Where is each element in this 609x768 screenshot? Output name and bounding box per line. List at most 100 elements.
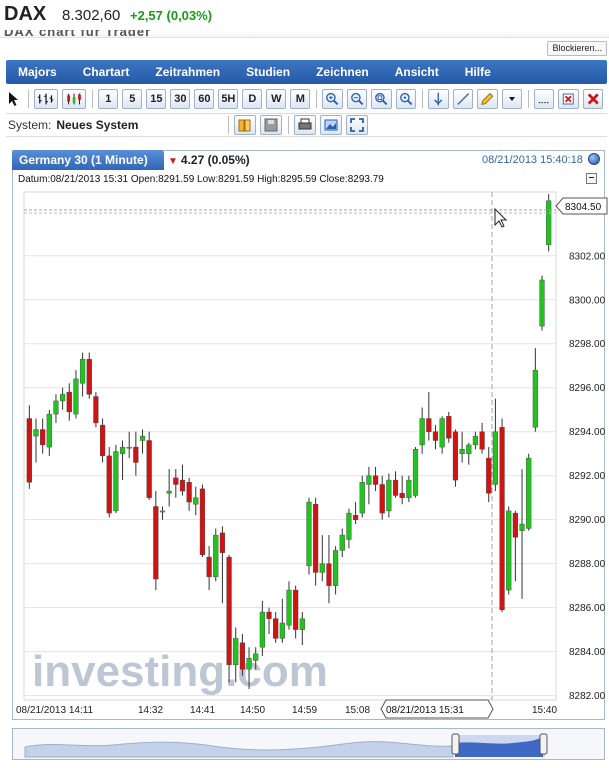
x-tick-label: 08/21/2013 14:11	[16, 705, 94, 716]
candle-body	[99, 424, 106, 457]
navigator-chart	[24, 733, 548, 758]
candle-body	[266, 611, 272, 619]
y-tick-label: 8300.00	[569, 295, 606, 306]
y-tick-label: 8292.00	[569, 471, 606, 482]
candle-body	[246, 658, 252, 670]
candle	[506, 506, 512, 595]
candle	[452, 429, 459, 487]
y-tick-label: 8290.00	[569, 515, 606, 526]
candle-body	[346, 512, 352, 540]
candle	[386, 473, 392, 518]
candle-body	[193, 497, 199, 505]
candle	[113, 444, 119, 514]
candle-body	[206, 556, 212, 578]
candle-body	[66, 391, 72, 413]
navigator-strip[interactable]	[12, 728, 605, 760]
candle-body	[459, 449, 465, 454]
candle-body	[179, 479, 186, 492]
y-tick-label: 8286.00	[569, 603, 606, 614]
candle-body	[326, 563, 332, 586]
candle-body	[53, 400, 59, 415]
candle-body	[546, 200, 552, 245]
candle	[539, 275, 545, 331]
x-tick-label: 14:50	[240, 705, 265, 716]
x-tick-label: 14:41	[190, 705, 215, 716]
candle-body	[79, 358, 86, 384]
candle-body	[359, 482, 365, 514]
candle-body	[286, 589, 292, 626]
candle	[106, 447, 112, 518]
candle-body	[226, 556, 232, 666]
cursor-time-label: 08/21/2013 15:31	[380, 699, 494, 719]
candle-body	[532, 369, 538, 428]
candle-body	[406, 479, 412, 498]
candle-body	[526, 457, 532, 529]
candle-body	[486, 457, 492, 494]
candle-body	[519, 523, 525, 531]
candle-body	[446, 416, 452, 439]
candle-body	[466, 444, 472, 454]
candle-body	[412, 449, 419, 496]
candle-body	[93, 396, 99, 424]
candle-body	[472, 435, 479, 446]
candle-body	[46, 413, 52, 448]
y-tick-label: 8288.00	[569, 559, 606, 570]
candle-body	[239, 642, 245, 670]
y-tick-label: 8296.00	[569, 383, 606, 394]
candle-body	[372, 475, 379, 485]
candle-body	[86, 358, 92, 395]
candle-body	[313, 504, 319, 573]
price-marker: 8304.50	[555, 197, 608, 215]
candle	[412, 447, 419, 498]
navigator-right-handle[interactable]	[539, 733, 548, 755]
candle-body	[432, 431, 439, 441]
candle-body	[419, 418, 425, 446]
y-tick-label: 8302.00	[569, 251, 606, 262]
x-tick-label: 15:40	[532, 705, 557, 716]
candle-body	[186, 482, 192, 503]
x-tick-label: 15:08	[345, 705, 370, 716]
candle-body	[293, 589, 299, 630]
candle-body	[366, 475, 372, 485]
candle-body	[512, 512, 518, 538]
candle-body	[33, 429, 39, 437]
candle	[86, 352, 92, 399]
candle	[199, 484, 206, 558]
candle-body	[426, 418, 432, 432]
candle-body	[479, 431, 485, 450]
candle-body	[299, 618, 305, 630]
candle-body	[73, 378, 79, 415]
candle	[93, 392, 99, 428]
y-tick-label: 8282.00	[569, 691, 606, 702]
candle-body	[319, 563, 325, 573]
y-tick-label: 8294.00	[569, 427, 606, 438]
candle	[499, 418, 505, 613]
y-tick-label: 8298.00	[569, 339, 606, 350]
candle-body	[219, 532, 226, 553]
candle-body	[113, 451, 119, 512]
candle-body	[126, 446, 132, 449]
candle-body	[506, 510, 512, 591]
candle-body	[199, 488, 206, 556]
candle-body	[159, 510, 166, 513]
svg-text:8304.50: 8304.50	[565, 202, 602, 213]
candle-body	[333, 550, 339, 586]
candle	[226, 554, 232, 683]
candle-body	[253, 653, 259, 661]
candle-body	[273, 618, 279, 639]
navigator-left-handle[interactable]	[451, 733, 460, 755]
candle-body	[379, 484, 385, 514]
candle-body	[26, 418, 32, 483]
candle	[526, 453, 532, 531]
candle-body	[539, 279, 545, 327]
candle-body	[153, 506, 159, 580]
x-tick-label: 14:59	[292, 705, 317, 716]
candle-body	[166, 490, 172, 494]
candle-body	[386, 479, 392, 512]
candle-body	[279, 622, 285, 639]
candle	[306, 497, 312, 575]
candlestick-chart[interactable]: 8282.00 8284.00 8286.00 8288.00 8290.00 8292.…	[0, 0, 609, 768]
x-tick-label: 14:32	[138, 705, 163, 716]
candle-body	[499, 427, 505, 611]
candle	[213, 528, 219, 582]
